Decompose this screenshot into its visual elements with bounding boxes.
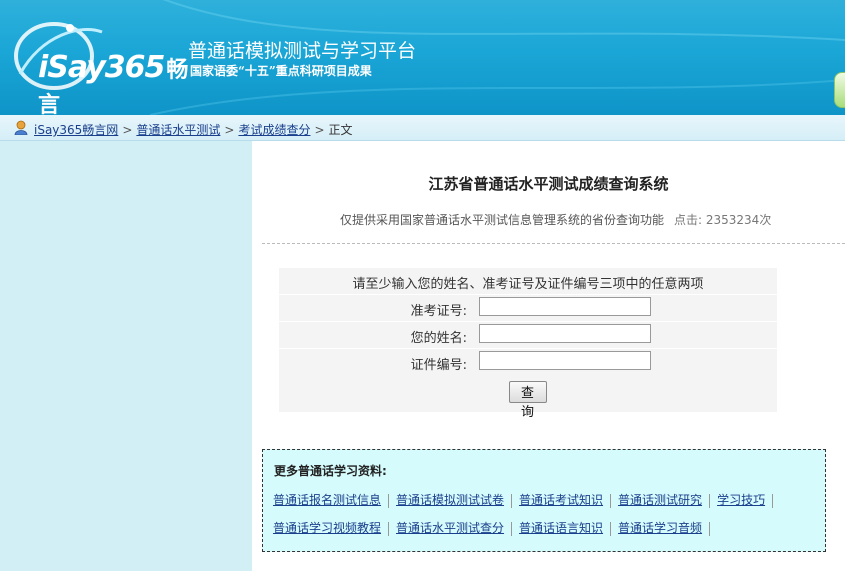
- link-divider: [511, 521, 513, 536]
- link-divider: [772, 493, 774, 508]
- breadcrumb-test-link[interactable]: 普通话水平测试: [136, 123, 220, 137]
- link-registration-info[interactable]: 普通话报名测试信息: [273, 491, 381, 508]
- link-test-research[interactable]: 普通话测试研究: [618, 491, 702, 508]
- link-divider: [388, 493, 390, 508]
- breadcrumb-separator: >: [314, 123, 325, 137]
- user-icon: [14, 120, 28, 135]
- page-description: 仅提供采用国家普通话水平测试信息管理系统的省份查询功能 点击: 2353234次: [340, 211, 771, 228]
- name-label: 您的姓名:: [410, 331, 467, 346]
- more-resources-title: 更多普通话学习资料:: [274, 464, 387, 478]
- main-content: 江苏省普通话水平测试成绩查询系统 仅提供采用国家普通话水平测试信息管理系统的省份…: [252, 141, 845, 571]
- link-exam-knowledge[interactable]: 普通话考试知识: [519, 491, 603, 508]
- link-divider: [511, 493, 513, 508]
- link-divider: [610, 493, 612, 508]
- link-study-tips[interactable]: 学习技巧: [717, 491, 765, 508]
- name-input[interactable]: [479, 324, 651, 343]
- divider: [262, 243, 845, 244]
- link-divider: [709, 521, 711, 536]
- score-query-form: 请至少输入您的姓名、准考证号及证件编号三项中的任意两项 准考证号: 您的姓名: …: [279, 268, 777, 420]
- breadcrumb-bar: iSay365畅言网 > 普通话水平测试 > 考试成绩查分 > 正文: [0, 115, 845, 141]
- site-subtitle: 国家语委“十五”重点科研项目成果: [190, 64, 372, 78]
- breadcrumb-current: 正文: [328, 123, 353, 137]
- header-side-tab[interactable]: [834, 72, 845, 108]
- page-title: 江苏省普通话水平测试成绩查询系统: [428, 175, 669, 193]
- site-header: iSay365畅言 普通话模拟测试与学习平台 国家语委“十五”重点科研项目成果: [0, 0, 845, 115]
- form-row-exam-number: 准考证号:: [279, 294, 777, 320]
- description-text: 仅提供采用国家普通话水平测试信息管理系统的省份查询功能: [340, 213, 665, 227]
- link-divider: [388, 521, 390, 536]
- breadcrumb-separator: >: [122, 123, 133, 137]
- site-title: 普通话模拟测试与学习平台: [188, 40, 417, 62]
- breadcrumb-separator: >: [224, 123, 235, 137]
- exam-number-input[interactable]: [479, 297, 651, 316]
- link-divider: [610, 521, 612, 536]
- form-row-name: 您的姓名:: [279, 321, 777, 347]
- query-button[interactable]: 查 询: [509, 381, 547, 420]
- breadcrumb-home-link[interactable]: iSay365畅言网: [34, 123, 118, 137]
- left-sidebar: [0, 141, 252, 571]
- breadcrumb: iSay365畅言网 > 普通话水平测试 > 考试成绩查分 > 正文: [34, 121, 353, 138]
- breadcrumb-score-link[interactable]: 考试成绩查分: [238, 123, 310, 137]
- link-video-tutorials[interactable]: 普通话学习视频教程: [273, 519, 381, 536]
- more-resources-box: 更多普通话学习资料: 普通话报名测试信息 普通话模拟测试试卷 普通话考试知识 普通话测…: [262, 449, 826, 552]
- link-audio-lessons[interactable]: 普通话学习音频: [618, 519, 702, 536]
- click-counter: 点击: 2353234次: [674, 213, 772, 227]
- link-divider: [709, 493, 711, 508]
- logo-text: iSay365畅言: [38, 50, 188, 115]
- id-number-label: 证件编号:: [410, 358, 467, 373]
- resource-links-row-2: 普通话学习视频教程 普通话水平测试查分 普通话语言知识 普通话学习音频: [273, 519, 717, 536]
- link-language-knowledge[interactable]: 普通话语言知识: [519, 519, 603, 536]
- form-row-id-number: 证件编号:: [279, 348, 777, 374]
- link-mock-test-papers[interactable]: 普通话模拟测试试卷: [396, 491, 504, 508]
- link-score-query[interactable]: 普通话水平测试查分: [396, 519, 504, 536]
- resource-links-row-1: 普通话报名测试信息 普通话模拟测试试卷 普通话考试知识 普通话测试研究 学习技巧: [273, 491, 780, 508]
- form-instruction: 请至少输入您的姓名、准考证号及证件编号三项中的任意两项: [352, 277, 704, 292]
- site-logo[interactable]: iSay365畅言: [12, 14, 192, 115]
- exam-number-label: 准考证号:: [410, 304, 467, 319]
- id-number-input[interactable]: [479, 351, 651, 370]
